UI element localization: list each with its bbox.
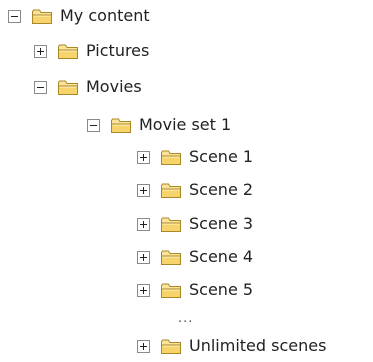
tree-node-label[interactable]: Movies	[86, 76, 142, 98]
folder-icon	[160, 281, 182, 299]
tree-node-movies[interactable]: Movies	[34, 75, 142, 99]
tree-node-label[interactable]: Scene 4	[189, 246, 253, 268]
folder-icon	[160, 181, 182, 199]
tree-node-my-content[interactable]: My content	[8, 4, 150, 28]
tree-node-label[interactable]: Scene 5	[189, 279, 253, 301]
expand-icon[interactable]	[34, 44, 47, 58]
folder-icon	[160, 248, 182, 266]
expand-icon[interactable]	[137, 217, 150, 231]
tree-node-scene-3[interactable]: Scene 3	[137, 212, 253, 236]
more-items-ellipsis: ...	[178, 311, 194, 326]
collapse-icon[interactable]	[87, 118, 100, 132]
collapse-icon[interactable]	[34, 80, 47, 94]
tree-node-label[interactable]: Scene 1	[189, 146, 253, 168]
tree-node-label[interactable]: Pictures	[86, 40, 149, 62]
folder-icon	[160, 148, 182, 166]
tree-node-scene-1[interactable]: Scene 1	[137, 145, 253, 169]
tree-node-scene-4[interactable]: Scene 4	[137, 245, 253, 269]
tree-node-label[interactable]: Scene 2	[189, 179, 253, 201]
expand-icon[interactable]	[137, 283, 150, 297]
tree-node-scene-5[interactable]: Scene 5	[137, 278, 253, 302]
tree-node-pictures[interactable]: Pictures	[34, 39, 149, 63]
folder-icon	[110, 116, 132, 134]
expand-icon[interactable]	[137, 150, 150, 164]
tree-node-label[interactable]: Scene 3	[189, 213, 253, 235]
folder-icon	[160, 337, 182, 355]
tree-node-movie-set-1[interactable]: Movie set 1	[87, 113, 231, 137]
expand-icon[interactable]	[137, 250, 150, 264]
tree-node-label[interactable]: Unlimited scenes	[189, 335, 326, 357]
tree-node-label[interactable]: Movie set 1	[139, 114, 231, 136]
folder-icon	[160, 215, 182, 233]
tree-node-label[interactable]: My content	[60, 5, 150, 27]
collapse-icon[interactable]	[8, 9, 21, 23]
tree-node-scene-2[interactable]: Scene 2	[137, 178, 253, 202]
folder-tree: My content Pictures Movies Movie set 1 S…	[0, 0, 373, 362]
tree-node-unlimited-scenes[interactable]: Unlimited scenes	[137, 334, 326, 358]
folder-icon	[57, 78, 79, 96]
expand-icon[interactable]	[137, 183, 150, 197]
expand-icon[interactable]	[137, 339, 150, 353]
folder-icon	[57, 42, 79, 60]
folder-icon	[31, 7, 53, 25]
